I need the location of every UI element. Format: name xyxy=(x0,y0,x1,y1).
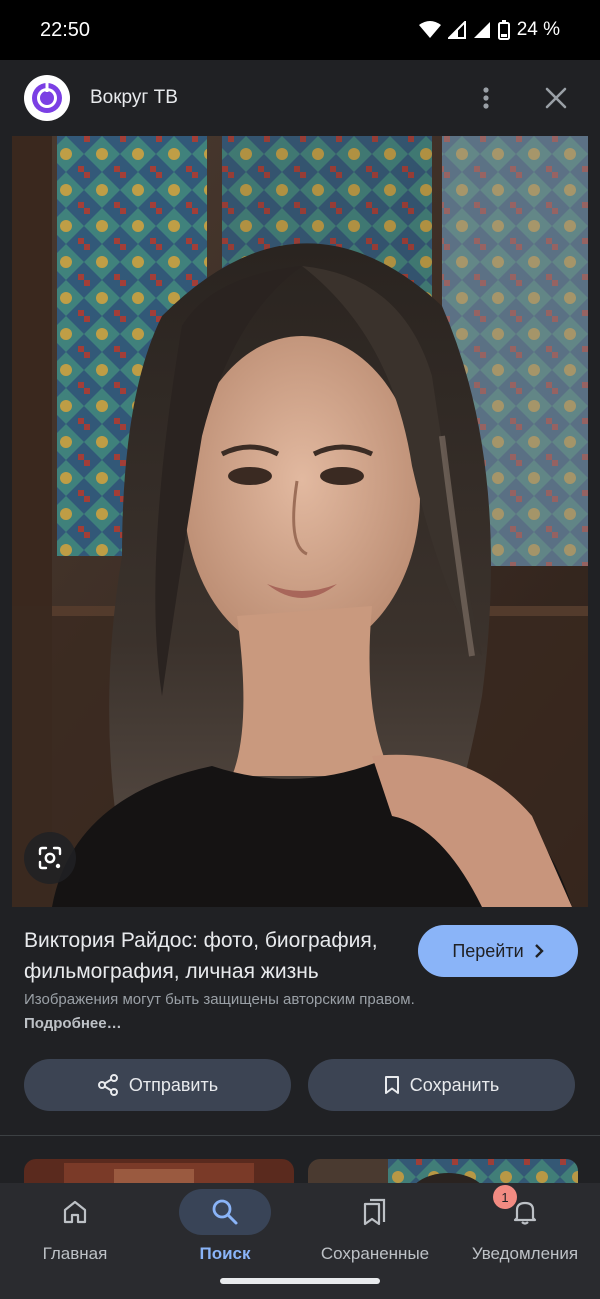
home-icon xyxy=(29,1189,121,1235)
status-icons: 24 % xyxy=(418,19,560,41)
notifications-badge: 1 xyxy=(493,1185,517,1209)
nav-notifications[interactable]: 1 Уведомления xyxy=(450,1183,600,1299)
chevron-right-icon xyxy=(534,944,544,958)
signal-icon xyxy=(447,21,466,39)
result-title[interactable]: Виктория Райдос: фото, биография, фильмо… xyxy=(24,925,394,987)
bookmark-icon xyxy=(384,1076,399,1094)
learn-more-link[interactable]: Подробнее… xyxy=(24,1015,122,1032)
more-vert-icon[interactable] xyxy=(466,78,506,118)
visit-button-label: Перейти xyxy=(452,940,524,961)
google-lens-icon[interactable] xyxy=(24,832,76,884)
bell-icon: 1 xyxy=(479,1185,571,1235)
result-image[interactable] xyxy=(12,136,588,907)
site-name[interactable]: Вокруг ТВ xyxy=(90,87,436,109)
status-bar: 22:50 24 % xyxy=(0,0,600,60)
nav-saved-label: Сохраненные xyxy=(320,1244,430,1263)
signal-icon-2 xyxy=(473,22,490,38)
result-info: Виктория Райдос: фото, биография, фильмо… xyxy=(0,907,600,1137)
source-header: Вокруг ТВ xyxy=(0,60,600,136)
wifi-icon xyxy=(418,21,441,38)
battery-icon xyxy=(497,20,510,40)
home-indicator[interactable] xyxy=(220,1278,380,1284)
nav-home[interactable]: Главная xyxy=(0,1183,150,1299)
close-icon[interactable] xyxy=(536,78,576,118)
portrait-photo xyxy=(12,136,588,907)
power-logo-icon[interactable] xyxy=(24,75,70,121)
visit-button[interactable]: Перейти xyxy=(418,925,578,977)
app-root: 22:50 24 % Вокруг ТВ Виктория Райдос: фо… xyxy=(0,0,600,1299)
copyright-text: Изображения могут быть защищены авторски… xyxy=(24,991,415,1008)
share-icon xyxy=(97,1074,118,1096)
status-time: 22:50 xyxy=(40,18,91,41)
search-icon xyxy=(179,1189,271,1235)
divider xyxy=(0,1135,600,1136)
battery-percent: 24 % xyxy=(516,19,560,40)
nav-notifications-label: Уведомления xyxy=(471,1244,579,1263)
save-label: Сохранить xyxy=(409,1074,500,1095)
save-button[interactable]: Сохранить xyxy=(308,1059,575,1111)
share-button[interactable]: Отправить xyxy=(24,1059,291,1111)
collections-icon xyxy=(329,1189,421,1235)
copyright-notice: Изображения могут быть защищены авторски… xyxy=(24,988,444,1036)
nav-home-label: Главная xyxy=(42,1244,108,1263)
nav-search-label: Поиск xyxy=(199,1244,251,1263)
share-label: Отправить xyxy=(128,1074,219,1095)
